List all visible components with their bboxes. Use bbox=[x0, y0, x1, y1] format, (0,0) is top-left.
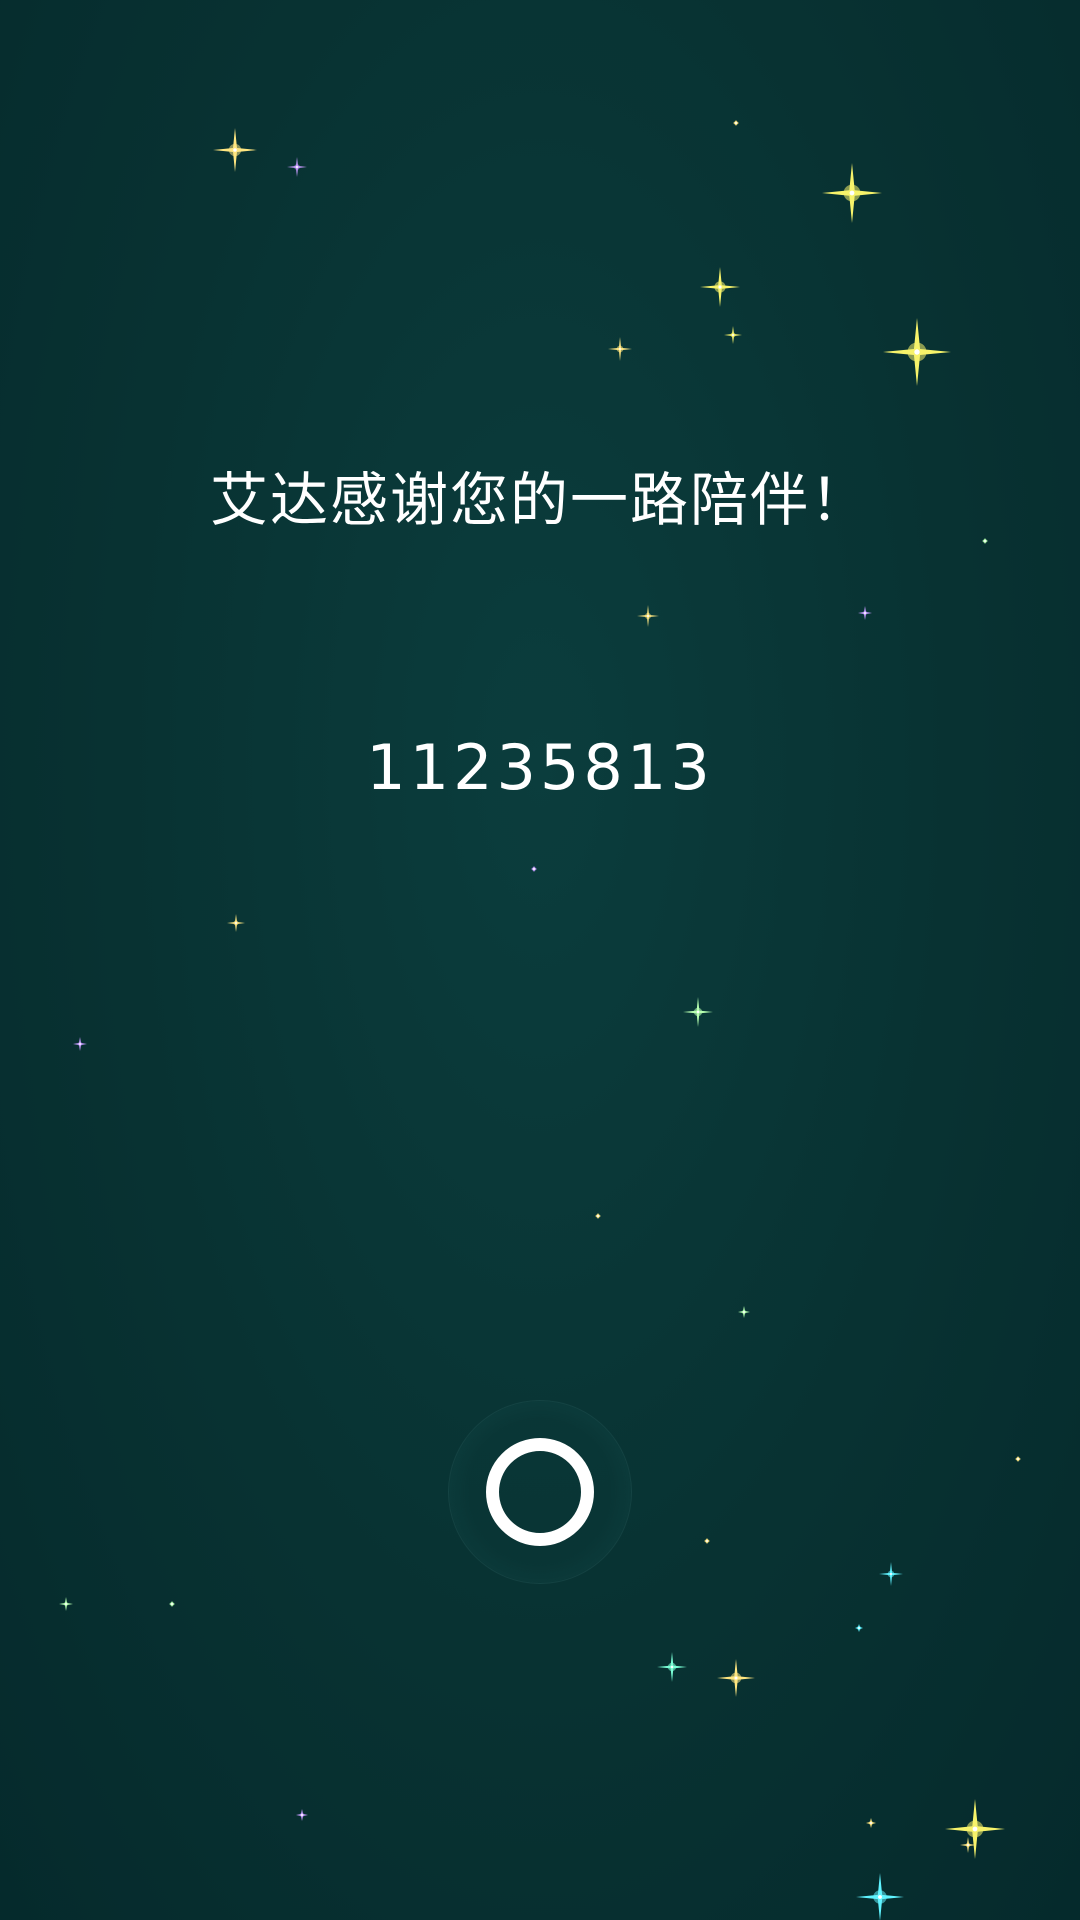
sparkle-star-icon bbox=[945, 1799, 1005, 1859]
sparkle-star-icon bbox=[169, 1601, 175, 1607]
ending-screen: 艾达感谢您的一路陪伴！ 11235813 bbox=[0, 0, 1080, 1920]
sparkle-star-icon bbox=[227, 914, 245, 932]
sparkle-star-icon bbox=[704, 1538, 710, 1544]
code-number: 11235813 bbox=[366, 731, 714, 804]
sparkle-star-icon bbox=[982, 538, 988, 544]
sparkle-star-icon bbox=[595, 1213, 601, 1219]
sparkle-star-icon bbox=[213, 128, 257, 172]
sparkle-star-icon bbox=[1015, 1456, 1021, 1462]
sparkle-star-icon bbox=[733, 120, 739, 126]
sparkle-star-icon bbox=[738, 1306, 750, 1318]
sparkle-star-icon bbox=[59, 1597, 73, 1611]
sparkle-star-icon bbox=[637, 605, 659, 627]
sparkle-star-icon bbox=[822, 163, 882, 223]
sparkle-star-icon bbox=[717, 1659, 755, 1697]
sparkle-star-icon bbox=[608, 337, 632, 361]
sparkle-star-icon bbox=[855, 1624, 863, 1632]
sparkle-star-icon bbox=[531, 866, 537, 872]
starfield-background bbox=[59, 120, 1021, 1920]
sparkle-star-icon bbox=[856, 1873, 904, 1920]
sparkle-star-icon bbox=[960, 1837, 976, 1853]
sparkle-star-icon bbox=[700, 267, 740, 307]
sparkle-star-icon bbox=[883, 318, 951, 386]
sparkle-star-icon bbox=[296, 1809, 308, 1821]
sparkle-star-icon bbox=[657, 1652, 687, 1682]
sparkle-star-icon bbox=[73, 1037, 87, 1051]
sparkle-star-icon bbox=[858, 606, 872, 620]
sparkle-star-icon bbox=[866, 1818, 876, 1828]
circle-ring-icon[interactable] bbox=[486, 1438, 594, 1546]
sparkle-star-icon bbox=[879, 1562, 903, 1586]
sparkle-star-icon bbox=[287, 157, 307, 177]
sparkle-star-icon bbox=[683, 997, 713, 1027]
thank-you-message: 艾达感谢您的一路陪伴！ bbox=[209, 466, 870, 534]
sparkle-star-icon bbox=[724, 326, 742, 344]
